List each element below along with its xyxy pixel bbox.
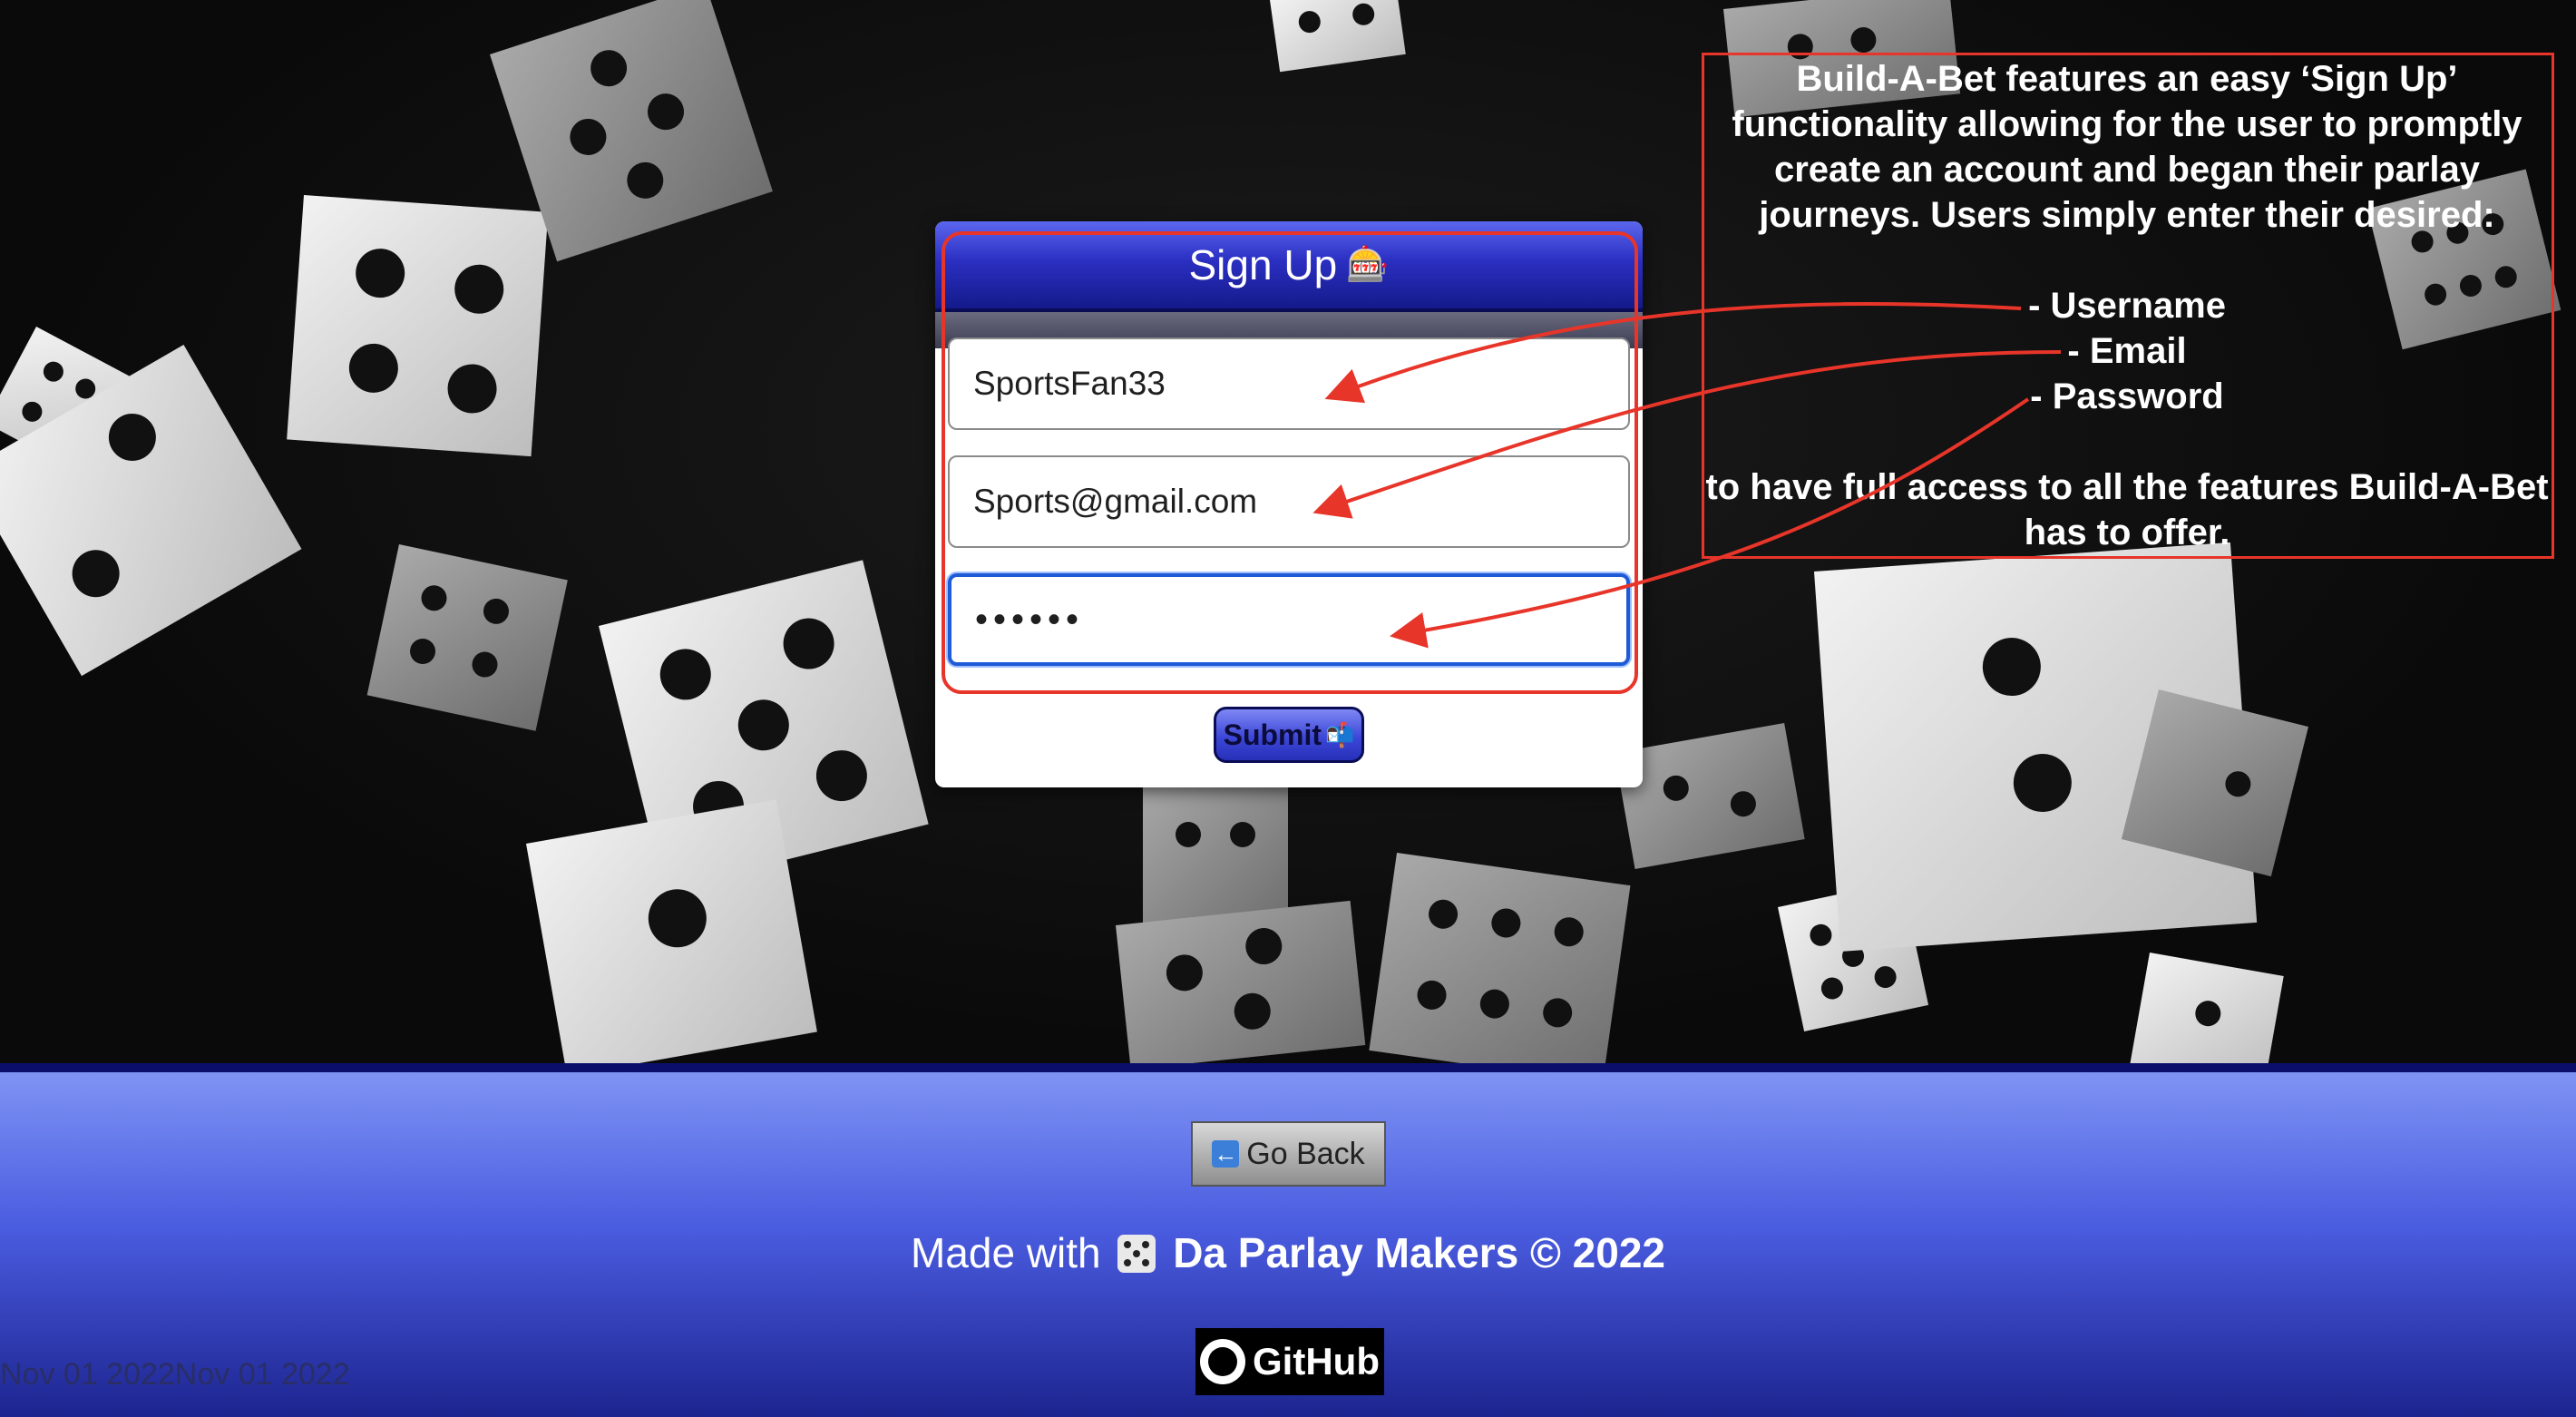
signup-header: Sign Up 🎰 (935, 221, 1643, 312)
password-value: •••••• (975, 599, 1085, 640)
annotation-item-email: - Email (2067, 331, 2187, 371)
signup-form: Sign Up 🎰 SportsFan33 Sports@gmail.com •… (935, 221, 1643, 787)
signup-title: Sign Up (1188, 241, 1338, 288)
annotation-item-password: - Password (2030, 376, 2224, 416)
footer: ← Go Back Made with Da Parlay Makers © 2… (0, 1072, 2576, 1417)
go-back-button[interactable]: ← Go Back (1191, 1121, 1386, 1187)
dice-icon (1117, 1235, 1156, 1273)
brand-label: Da Parlay Makers © 2022 (1173, 1229, 1666, 1276)
password-input[interactable]: •••••• (948, 573, 1630, 666)
username-input[interactable]: SportsFan33 (948, 337, 1630, 430)
footer-divider (0, 1063, 2576, 1072)
github-link[interactable]: GitHub (1195, 1328, 1384, 1395)
submit-label: Submit (1223, 718, 1322, 751)
footer-credit: Made with Da Parlay Makers © 2022 (0, 1228, 2576, 1277)
annotation-closing: to have full access to all the features … (1705, 467, 2549, 552)
github-icon (1200, 1339, 1246, 1384)
email-value: Sports@gmail.com (973, 483, 1258, 520)
date-stamp: Nov 01 2022Nov 01 2022 (0, 1357, 350, 1392)
mailbox-icon: 📬 (1325, 720, 1355, 748)
left-arrow-icon: ← (1212, 1140, 1240, 1168)
email-input[interactable]: Sports@gmail.com (948, 455, 1630, 548)
slot-machine-icon: 🎰 (1346, 246, 1390, 284)
annotation-text: Build-A-Bet features an easy ‘Sign Up’ f… (1705, 56, 2549, 555)
submit-button[interactable]: Submit 📬 (1214, 707, 1364, 763)
annotation-intro: Build-A-Bet features an easy ‘Sign Up’ f… (1732, 59, 2522, 235)
github-label: GitHub (1253, 1340, 1380, 1383)
annotation-item-username: - Username (2028, 286, 2226, 326)
made-with-label: Made with (910, 1229, 1101, 1276)
username-value: SportsFan33 (973, 365, 1166, 402)
go-back-label: Go Back (1246, 1136, 1365, 1171)
